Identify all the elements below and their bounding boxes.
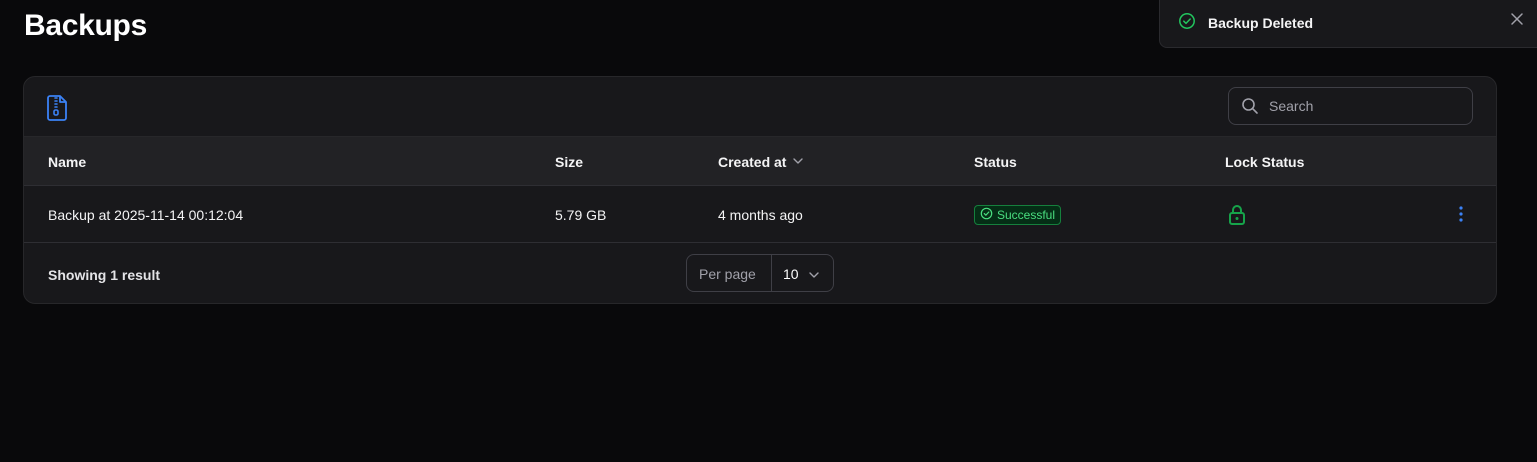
column-header-name[interactable]: Name bbox=[48, 154, 86, 170]
column-header-created-at[interactable]: Created at bbox=[718, 154, 804, 170]
page-title: Backups bbox=[24, 9, 147, 42]
status-label: Successful bbox=[997, 208, 1056, 222]
column-header-status[interactable]: Status bbox=[974, 154, 1017, 170]
check-circle-icon bbox=[1178, 12, 1196, 35]
table-footer: Showing 1 result Per page 10 bbox=[24, 243, 1496, 303]
toast-notification: Backup Deleted bbox=[1159, 0, 1537, 48]
per-page-label: Per page bbox=[699, 266, 756, 282]
table-header: Name Size Created at Status Lock Status bbox=[24, 137, 1496, 186]
per-page-select[interactable]: Per page 10 bbox=[686, 254, 834, 292]
divider bbox=[771, 255, 772, 291]
table-toolbar bbox=[24, 77, 1496, 137]
search-icon bbox=[1241, 97, 1259, 120]
column-header-size[interactable]: Size bbox=[555, 154, 583, 170]
backup-created-at: 4 months ago bbox=[718, 207, 803, 223]
backup-size: 5.79 GB bbox=[555, 207, 607, 223]
check-circle-icon bbox=[980, 207, 993, 223]
column-header-lock-status[interactable]: Lock Status bbox=[1225, 154, 1304, 170]
search-input[interactable] bbox=[1269, 88, 1464, 124]
close-icon[interactable] bbox=[1510, 12, 1524, 31]
lock-open-icon[interactable] bbox=[1227, 204, 1247, 231]
status-badge: Successful bbox=[974, 205, 1062, 225]
chevron-down-icon[interactable] bbox=[792, 154, 804, 170]
per-page-value[interactable]: 10 bbox=[783, 266, 799, 282]
more-actions-icon[interactable] bbox=[1453, 204, 1469, 229]
column-header-created-at-label: Created at bbox=[718, 154, 787, 170]
backup-name: Backup at 2025-11-14 00:12:04 bbox=[48, 207, 244, 223]
file-zip-icon bbox=[46, 94, 70, 127]
search-field[interactable] bbox=[1228, 87, 1473, 125]
table-row[interactable]: Backup at 2025-11-14 00:12:04 5.79 GB 4 … bbox=[24, 186, 1496, 243]
results-count: Showing 1 result bbox=[48, 267, 161, 283]
toast-message: Backup Deleted bbox=[1208, 15, 1314, 31]
backups-table-card: Name Size Created at Status Lock Status … bbox=[23, 76, 1497, 304]
chevron-down-icon[interactable] bbox=[808, 268, 820, 286]
